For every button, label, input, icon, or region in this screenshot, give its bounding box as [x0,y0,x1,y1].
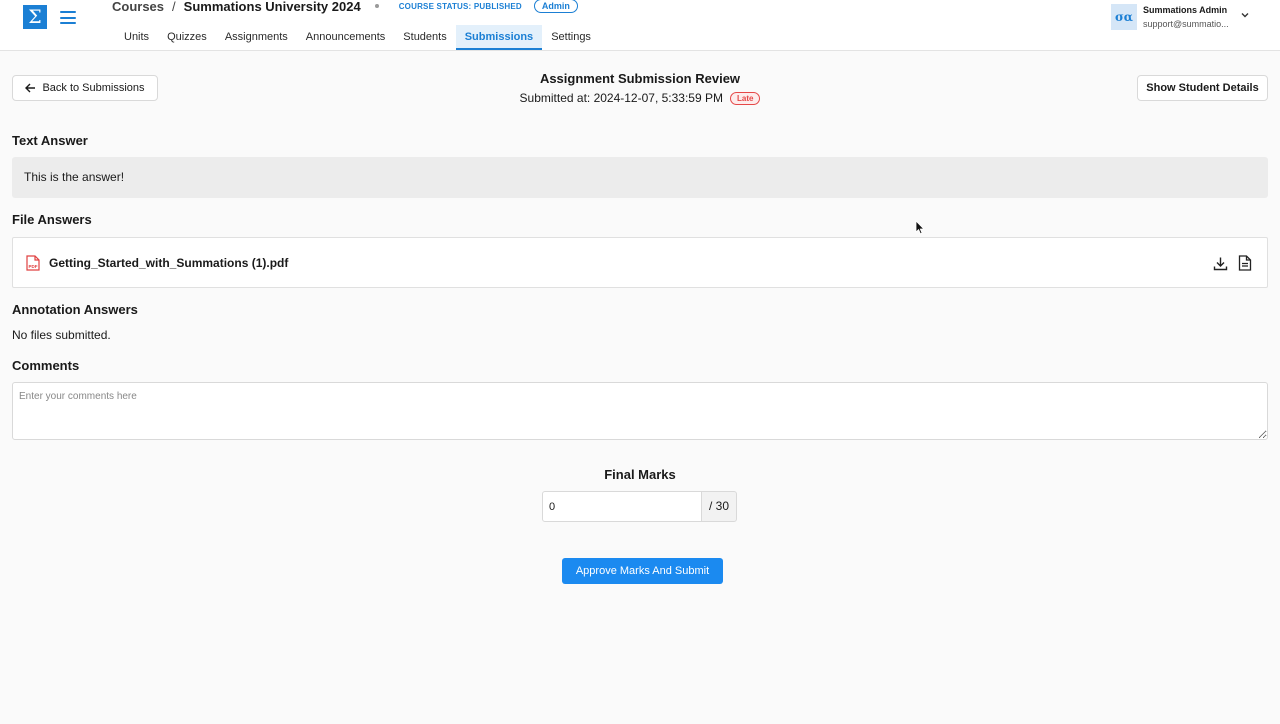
view-document-icon[interactable] [1238,255,1252,271]
top-bar: Σ Courses / Summations University 2024 C… [0,0,1280,51]
show-details-label: Show Student Details [1146,82,1259,94]
course-tabs: Units Quizzes Assignments Announcements … [115,25,600,51]
late-badge: Late [730,91,761,105]
tab-settings[interactable]: Settings [542,25,600,50]
breadcrumb-course-name: Summations University 2024 [183,0,361,14]
annotation-answers-heading: Annotation Answers [12,302,138,317]
file-name-link[interactable]: Getting_Started_with_Summations (1).pdf [49,256,288,270]
breadcrumb-courses-link[interactable]: Courses [112,0,164,14]
download-icon[interactable] [1213,256,1228,271]
text-answer-content: This is the answer! [12,157,1268,198]
course-status-label: COURSE STATUS: PUBLISHED [398,1,522,11]
final-marks-label: Final Marks [604,467,676,482]
final-marks-input[interactable] [542,491,702,522]
chevron-down-icon[interactable] [1240,10,1250,20]
breadcrumb-separator: / [172,0,176,14]
back-to-submissions-button[interactable]: Back to Submissions [12,75,158,101]
breadcrumb: Courses / Summations University 2024 COU… [112,0,578,15]
user-name: Summations Admin [1143,5,1228,15]
show-student-details-button[interactable]: Show Student Details [1137,75,1268,101]
submitted-at-text: Submitted at: 2024-12-07, 5:33:59 PM [519,91,723,105]
role-badge: Admin [533,0,578,13]
user-menu[interactable]: σα Summations Admin support@summatio... [1111,4,1271,32]
page-title: Assignment Submission Review [539,71,741,86]
tab-announcements[interactable]: Announcements [297,25,395,50]
user-email: support@summatio... [1143,19,1229,29]
no-files-text: No files submitted. [12,328,111,342]
back-button-label: Back to Submissions [42,82,145,94]
text-answer-heading: Text Answer [12,133,88,148]
tab-units[interactable]: Units [115,25,158,50]
file-answers-heading: File Answers [12,212,92,227]
menu-icon[interactable] [60,11,76,24]
arrow-left-icon [25,83,36,93]
tab-quizzes[interactable]: Quizzes [158,25,216,50]
mouse-cursor-icon [915,220,925,235]
sigma-logo-icon[interactable]: Σ [23,5,47,29]
avatar: σα [1111,4,1137,30]
comments-textarea[interactable] [12,382,1268,440]
comments-heading: Comments [12,358,80,373]
svg-text:PDF: PDF [29,264,38,269]
tab-students[interactable]: Students [394,25,455,50]
pdf-icon: PDF [26,255,40,271]
file-answer-item: PDF Getting_Started_with_Summations (1).… [12,237,1268,288]
marks-total: / 30 [701,491,737,522]
submitted-at-row: Submitted at: 2024-12-07, 5:33:59 PM Lat… [440,90,840,106]
approve-marks-submit-button[interactable]: Approve Marks And Submit [562,558,723,584]
tab-assignments[interactable]: Assignments [216,25,297,50]
tab-submissions[interactable]: Submissions [455,25,543,50]
dot-separator [374,4,379,8]
